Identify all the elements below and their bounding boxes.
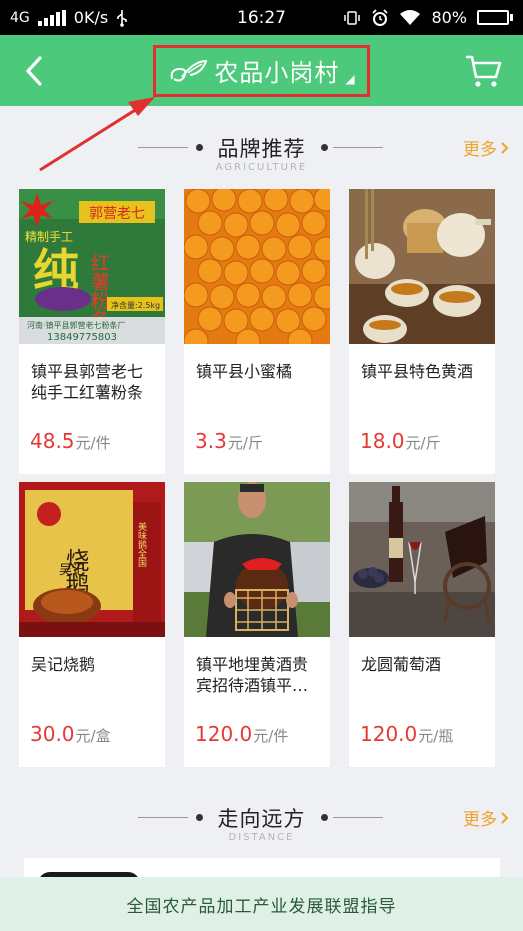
product-price: 120.0 元/件 [195,722,288,746]
chevron-left-icon [26,56,42,86]
package-side: 美味鹅全国 [136,521,147,568]
product-image-noodles: 郭营老七 精制手工 纯 红薯粉条 净含量:2.5kg 河南·镇平县郭营老七粉条厂… [19,189,165,344]
network-type: 4G [10,9,30,26]
price-value: 3.3 [195,429,227,453]
package-brand: 郭营老七 [89,205,145,222]
battery-percent: 80% [431,8,467,27]
product-image-roast-goose: 烧鹅 吴记 美味鹅全国 [19,482,165,637]
cart-icon [466,55,502,87]
price-unit: 元/斤 [405,434,441,452]
price-value: 30.0 [30,722,75,746]
section-subtitle: AGRICULTURE [215,162,308,173]
more-link[interactable]: 更多 [463,135,509,160]
package-maker: 河南·镇平县郭营老七粉条厂 [27,320,126,330]
battery-icon [477,10,513,25]
more-label: 更多 [463,810,497,830]
product-price: 30.0 元/盒 [30,722,111,746]
page-title: 农品小岗村 [214,59,340,87]
product-image-buried-wine [184,482,330,637]
product-name: 镇平县特色黄酒 [361,362,474,381]
product-price: 48.5 元/件 [30,429,111,453]
price-value: 48.5 [30,429,75,453]
product-name: 吴记烧鹅 [31,655,96,674]
product-price: 120.0 元/瓶 [360,722,453,746]
back-button[interactable] [16,51,52,91]
more-link[interactable]: 更多 [463,805,509,830]
section-brand-header: 品牌推荐 AGRICULTURE 更多 [0,133,523,193]
price-unit: 元/件 [253,727,289,745]
app-header: 农品小岗村 ◢ [0,35,523,106]
more-label: 更多 [463,140,497,160]
product-name: 镇平县小蜜橘 [196,362,293,381]
product-card[interactable]: 镇平县小蜜橘 3.3 元/斤 [184,189,330,474]
chevron-right-icon [501,141,509,154]
usb-icon [117,9,127,27]
package-tag: 精制手工 [25,230,73,244]
section-title: 品牌推荐 [217,137,306,161]
product-name: 龙圆葡萄酒 [361,655,442,674]
status-bar: 4G 0K/s 16:27 80% [0,0,523,35]
wifi-icon [400,9,421,25]
section-distance-header: 走向远方 DISTANCE 更多 [0,803,523,863]
product-price: 18.0 元/斤 [360,429,441,453]
price-unit: 元/斤 [227,434,263,452]
title-corner-mark: ◢ [345,71,355,86]
alarm-icon [372,8,389,26]
price-unit: 元/盒 [75,727,111,745]
section-subtitle: DISTANCE [228,832,295,843]
product-image-grape-wine [349,482,495,637]
product-card[interactable]: 龙圆葡萄酒 120.0 元/瓶 [349,482,495,767]
product-name: 镇平地埋黄酒贵宾招待酒镇平云平… [196,655,309,695]
network-speed: 0K/s [73,8,109,27]
product-card[interactable]: 镇平地埋黄酒贵宾招待酒镇平云平… 120.0 元/件 [184,482,330,767]
package-weight: 净含量:2.5kg [111,300,160,310]
leaf-logo-icon [171,59,208,82]
price-unit: 元/瓶 [418,727,454,745]
footer-banner: 全国农产品加工产业发展联盟指导 [0,877,523,931]
price-value: 18.0 [360,429,405,453]
product-card[interactable]: 郭营老七 精制手工 纯 红薯粉条 净含量:2.5kg 河南·镇平县郭营老七粉条厂… [19,189,165,474]
product-image-oranges [184,189,330,344]
signal-icon [37,9,66,26]
price-value: 120.0 [360,722,418,746]
product-image-yellow-wine [349,189,495,344]
cart-button[interactable] [463,52,503,90]
product-price: 3.3 元/斤 [195,429,263,453]
package-brand: 吴记 [59,563,85,578]
product-card[interactable]: 镇平县特色黄酒 18.0 元/斤 [349,189,495,474]
chevron-right-icon [501,811,509,824]
package-phone: 13849775803 [47,332,117,343]
price-value: 120.0 [195,722,253,746]
product-name: 镇平县郭营老七纯手工红薯粉条 [31,362,144,402]
product-card[interactable]: 烧鹅 吴记 美味鹅全国 吴记烧鹅 30.0 元/盒 [19,482,165,767]
price-unit: 元/件 [75,434,111,452]
title-highlight-box: 农品小岗村 ◢ [153,44,370,97]
section-title: 走向远方 [217,807,306,831]
vibrate-icon [344,10,361,25]
